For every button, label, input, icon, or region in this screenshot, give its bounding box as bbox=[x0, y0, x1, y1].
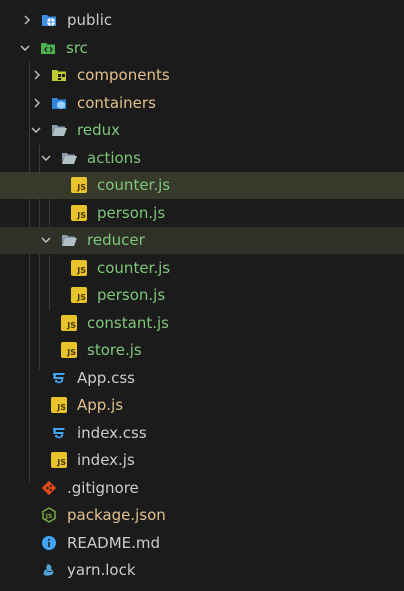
containers-folder-icon bbox=[52, 98, 66, 109]
tree-item-label: yarn.lock bbox=[67, 561, 136, 579]
tree-item-label: person.js bbox=[97, 204, 166, 222]
git-icon bbox=[41, 480, 57, 496]
info-icon bbox=[42, 536, 56, 550]
tree-item-store-js[interactable]: JS store.js bbox=[0, 337, 404, 364]
folder-open-icon bbox=[62, 153, 77, 164]
chevron-down-icon[interactable] bbox=[31, 125, 41, 135]
components-folder-icon bbox=[52, 70, 66, 81]
css-file-icon bbox=[53, 373, 65, 384]
tree-item-label: constant.js bbox=[87, 314, 169, 332]
tree-item-label: containers bbox=[77, 94, 156, 112]
chevron-right-icon[interactable] bbox=[32, 70, 42, 80]
tree-item-app-css[interactable]: App.css bbox=[0, 365, 404, 392]
tree-item-yarn-lock[interactable]: yarn.lock bbox=[0, 557, 404, 584]
tree-item-actions-counter-js[interactable]: JS counter.js bbox=[0, 172, 404, 199]
js-file-icon: JS bbox=[71, 260, 87, 276]
tree-item-public[interactable]: public bbox=[0, 7, 404, 34]
tree-item-label: actions bbox=[87, 149, 141, 167]
tree-item-redux[interactable]: redux bbox=[0, 117, 404, 144]
js-file-icon: JS bbox=[61, 342, 77, 358]
node-icon: JS bbox=[42, 507, 56, 523]
tree-item-label: counter.js bbox=[97, 259, 171, 277]
tree-item-index-js[interactable]: JS index.js bbox=[0, 447, 404, 474]
js-file-icon: JS bbox=[71, 287, 87, 303]
tree-item-package-json[interactable]: JS package.json bbox=[0, 502, 404, 529]
tree-item-components[interactable]: components bbox=[0, 62, 404, 89]
tree-item-readme-md[interactable]: README.md bbox=[0, 530, 404, 557]
tree-item-label: App.css bbox=[77, 369, 135, 387]
tree-item-reducer-counter-js[interactable]: JS counter.js bbox=[0, 255, 404, 282]
tree-item-label: public bbox=[67, 11, 113, 29]
tree-item-label: README.md bbox=[67, 534, 161, 552]
tree-item-label: reducer bbox=[87, 231, 145, 249]
top-edge bbox=[0, 0, 404, 6]
tree-item-label: src bbox=[66, 39, 88, 57]
js-file-icon: JS bbox=[61, 315, 77, 331]
tree-item-label: index.js bbox=[77, 451, 135, 469]
tree-item-app-js[interactable]: JS App.js bbox=[0, 392, 404, 419]
tree-item-label: store.js bbox=[87, 341, 142, 359]
folder-open-icon bbox=[62, 235, 77, 246]
svg-text:JS: JS bbox=[45, 513, 53, 520]
tree-item-label: redux bbox=[77, 121, 120, 139]
tree-item-constant-js[interactable]: JS constant.js bbox=[0, 310, 404, 337]
chevron-down-icon[interactable] bbox=[41, 235, 51, 245]
js-file-icon: JS bbox=[51, 397, 67, 413]
tree-item-containers[interactable]: containers bbox=[0, 90, 404, 117]
tree-item-actions[interactable]: actions bbox=[0, 145, 404, 172]
chevron-down-icon[interactable] bbox=[41, 153, 51, 163]
chevron-down-icon[interactable] bbox=[20, 43, 30, 53]
tree-item-label: person.js bbox=[97, 286, 166, 304]
file-explorer: public src components containers redux a… bbox=[0, 0, 404, 591]
folder-open-icon bbox=[52, 125, 67, 136]
js-file-icon: JS bbox=[71, 177, 87, 193]
src-folder-icon bbox=[41, 43, 55, 54]
tree-item-gitignore[interactable]: .gitignore bbox=[0, 475, 404, 502]
public-folder-icon bbox=[42, 15, 56, 26]
tree-item-label: package.json bbox=[67, 506, 166, 524]
tree-item-reducer-person-js[interactable]: JS person.js bbox=[0, 282, 404, 309]
tree-item-label: .gitignore bbox=[67, 479, 139, 497]
js-file-icon: JS bbox=[71, 205, 87, 221]
tree-item-label: components bbox=[77, 66, 170, 84]
tree-item-label: counter.js bbox=[97, 176, 171, 194]
tree-item-index-css[interactable]: index.css bbox=[0, 420, 404, 447]
css-file-icon bbox=[53, 428, 65, 439]
js-file-icon: JS bbox=[51, 452, 67, 468]
tree-item-label: index.css bbox=[77, 424, 147, 442]
chevron-right-icon[interactable] bbox=[22, 15, 32, 25]
tree-item-src[interactable]: src bbox=[0, 35, 404, 62]
tree-item-reducer[interactable]: reducer bbox=[0, 227, 404, 254]
tree-item-actions-person-js[interactable]: JS person.js bbox=[0, 200, 404, 227]
chevron-right-icon[interactable] bbox=[32, 98, 42, 108]
yarn-icon bbox=[43, 564, 54, 576]
tree-item-label: App.js bbox=[77, 396, 124, 414]
